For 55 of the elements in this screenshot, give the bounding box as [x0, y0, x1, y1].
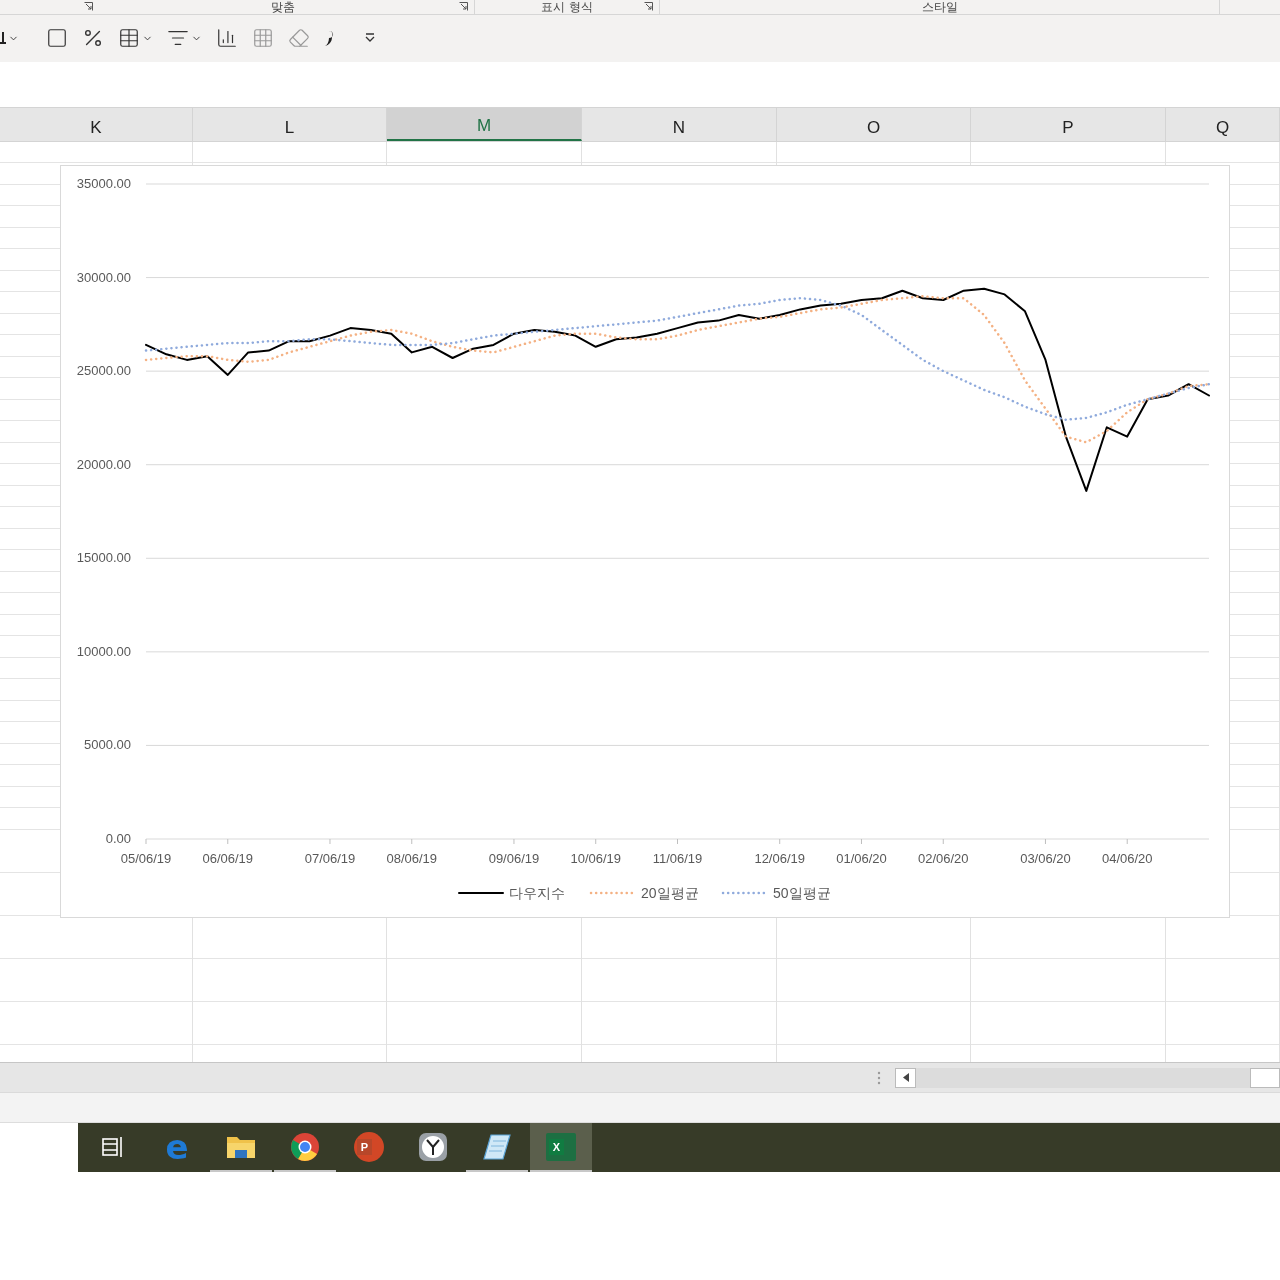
clock-icon — [418, 1131, 448, 1162]
y-tick-label: 5000.00 — [84, 737, 131, 753]
taskbar-button[interactable]: X — [530, 1123, 592, 1172]
presentation-app-icon: P — [354, 1131, 384, 1162]
x-tick-label: 08/06/19 — [386, 851, 438, 866]
comma-style-icon[interactable] — [324, 29, 334, 47]
column-header[interactable]: Q — [1166, 108, 1280, 141]
y-tick-label: 0.00 — [105, 831, 131, 846]
x-tick-label: 04/06/20 — [1101, 851, 1153, 866]
column-header[interactable]: O — [777, 108, 971, 141]
y-tick-label: 10000.00 — [76, 643, 131, 659]
y-tick-label: 20000.00 — [76, 456, 131, 472]
bar-chart-icon[interactable] — [216, 27, 238, 49]
y-tick-label: 15000.00 — [76, 550, 131, 566]
dialog-launcher-icon[interactable] — [84, 2, 93, 11]
percent-icon[interactable] — [82, 27, 104, 49]
x-tick-label: 03/06/20 — [1020, 851, 1071, 866]
column-header[interactable]: K — [0, 108, 193, 141]
column-header[interactable]: N — [582, 108, 777, 141]
x-tick-label: 12/06/19 — [754, 851, 805, 866]
legend-label: 20일평균 — [641, 885, 699, 901]
x-tick-label: 10/06/19 — [570, 851, 622, 866]
column-header[interactable]: P — [971, 108, 1166, 141]
column-header[interactable]: M — [387, 108, 582, 141]
spreadsheet-app-icon: X — [546, 1132, 576, 1161]
chart-card[interactable]: 0.00 5000.00 10000.00 15000.00 20000.00 25000.00 30000.00 35000.00 05/06/19 06/06/19 07/06/19 08/06/19 09/06/19 10/06/19 11/06/19 12/06/19 01/06/20 02/06/20 03/06/20 04/06/20 다우지수 20일평균 50일평균 — [60, 165, 1230, 918]
x-tick-label: 01/06/20 — [836, 851, 887, 866]
browser-logo-icon: e — [165, 1129, 189, 1164]
y-tick-label: 30000.00 — [76, 269, 131, 285]
x-tick-label: 06/06/19 — [202, 851, 254, 866]
x-tick-label: 02/06/20 — [917, 851, 969, 866]
legend-label: 다우지수 — [509, 885, 565, 901]
task-view-icon — [101, 1135, 125, 1158]
dialog-launcher-icon[interactable] — [459, 2, 468, 11]
notepad-icon — [482, 1132, 512, 1161]
x-tick-label: 09/06/19 — [488, 851, 540, 866]
scroll-left-button[interactable] — [895, 1067, 917, 1088]
ribbon-group-label: 맞춤 — [271, 0, 295, 14]
customize-caret-icon[interactable] — [364, 33, 376, 43]
border-icon[interactable] — [0, 30, 8, 46]
x-tick-label: 11/06/19 — [652, 851, 703, 866]
x-tick-label: 05/06/19 — [120, 851, 172, 866]
browser-circle-icon — [290, 1131, 320, 1162]
scroll-thumb[interactable] — [1250, 1067, 1280, 1088]
y-tick-label: 35000.00 — [76, 176, 131, 191]
table-icon[interactable] — [118, 27, 140, 49]
y-tick-label: 25000.00 — [76, 363, 131, 379]
left-arrow-icon — [902, 1073, 909, 1082]
ribbon-group-label: 스타일 — [921, 0, 958, 14]
legend-label: 50일평균 — [773, 885, 831, 901]
x-tick-label: 07/06/19 — [304, 851, 356, 866]
ribbon-group-label: 표시 형식 — [541, 0, 593, 14]
taskbar-button[interactable]: P — [338, 1123, 400, 1172]
dialog-launcher-icon[interactable] — [644, 2, 653, 11]
rounded-rect-icon[interactable] — [46, 27, 68, 49]
